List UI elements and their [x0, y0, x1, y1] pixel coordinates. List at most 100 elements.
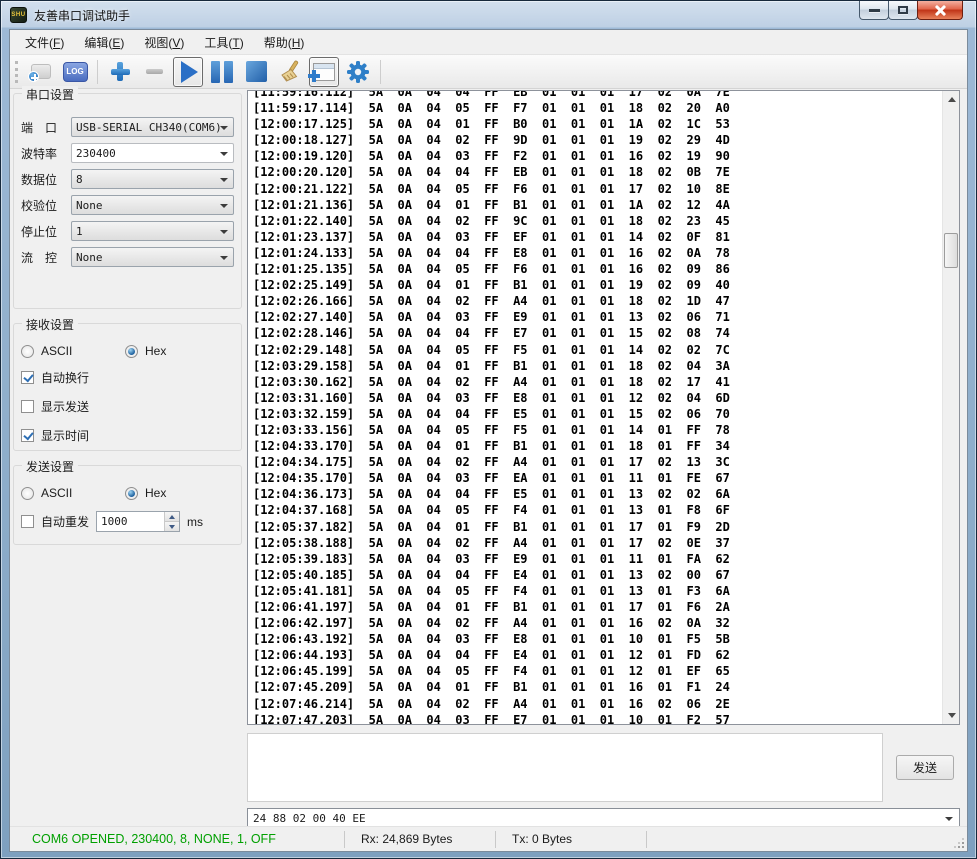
close-icon [934, 5, 947, 16]
log-row: [12:06:41.197] 5A 0A 04 01 FF B1 01 01 0… [253, 599, 940, 615]
serial-settings-group: 串口设置 端 口USB-SERIAL CH340(COM6)波特率230400数… [13, 93, 242, 309]
receive-checkbox-row-2[interactable]: 显示时间 [21, 427, 234, 444]
settings-button[interactable] [343, 57, 373, 87]
combo-value: None [76, 251, 103, 264]
window-title: 友善串口调试助手 [34, 7, 130, 24]
serial-field-combo-5[interactable]: None [71, 247, 234, 267]
new-window-button[interactable] [309, 57, 339, 87]
radio-icon [21, 345, 34, 358]
serial-field-combo-2[interactable]: 8 [71, 169, 234, 189]
receive-ascii-radio[interactable]: ASCII [21, 344, 125, 358]
log-row: [12:04:37.168] 5A 0A 04 05 FF F4 01 01 0… [253, 502, 940, 518]
broom-icon [277, 59, 303, 85]
pause-button[interactable] [207, 57, 237, 87]
menu-item-t[interactable]: 工具(T) [194, 30, 253, 55]
radio-icon [125, 487, 138, 500]
chevron-down-icon [220, 256, 228, 260]
send-hex-radio[interactable]: Hex [125, 486, 229, 500]
radio-icon [125, 345, 138, 358]
send-history-combo[interactable]: 24 88 02 00 40 EE [247, 808, 960, 828]
resend-interval-spinner[interactable]: 1000 [96, 511, 180, 532]
receive-hex-radio[interactable]: Hex [125, 344, 229, 358]
serial-field-combo-3[interactable]: None [71, 195, 234, 215]
spinner-down-button[interactable] [165, 522, 179, 531]
log-row: [12:02:29.148] 5A 0A 04 05 FF F5 01 01 0… [253, 342, 940, 358]
receive-settings-title: 接收设置 [22, 316, 78, 333]
menu-bar: 文件(F)编辑(E)视图(V)工具(T)帮助(H) [10, 30, 967, 55]
menu-item-h[interactable]: 帮助(H) [254, 30, 315, 55]
combo-value: 230400 [76, 147, 116, 160]
start-button[interactable] [173, 57, 203, 87]
stop-button[interactable] [241, 57, 271, 87]
log-row: [12:00:18.127] 5A 0A 04 02 FF 9D 01 01 0… [253, 132, 940, 148]
app-window: SHU 友善串口调试助手 文件(F)编辑(E)视图(V)工具(T)帮助(H) L… [0, 0, 977, 859]
send-input[interactable] [247, 733, 883, 802]
field-label: 停止位 [21, 223, 71, 240]
play-icon [181, 61, 198, 83]
serial-field-combo-4[interactable]: 1 [71, 221, 234, 241]
toolbar: LOG [10, 55, 967, 89]
clear-button[interactable] [275, 57, 305, 87]
menu-item-f[interactable]: 文件(F) [15, 30, 74, 55]
log-row: [12:02:27.140] 5A 0A 04 03 FF E9 01 01 0… [253, 309, 940, 325]
log-row: [12:01:21.136] 5A 0A 04 01 FF B1 01 01 0… [253, 197, 940, 213]
receive-log-view[interactable]: [11:59:16.112] 5A 0A 04 04 FF EB 01 01 0… [247, 90, 960, 725]
serial-field-combo-0[interactable]: USB-SERIAL CH340(COM6) [71, 117, 234, 137]
serial-field-row: 端 口USB-SERIAL CH340(COM6) [21, 117, 234, 137]
resize-grip[interactable] [954, 838, 964, 848]
log-row: [12:05:38.188] 5A 0A 04 02 FF A4 01 01 0… [253, 535, 940, 551]
chevron-down-icon [220, 204, 228, 208]
log-row: [12:04:36.173] 5A 0A 04 04 FF E5 01 01 0… [253, 486, 940, 502]
send-button[interactable]: 发送 [896, 755, 954, 780]
field-label: 端 口 [21, 119, 71, 136]
minimize-button[interactable] [859, 1, 889, 20]
menu-item-v[interactable]: 视图(V) [134, 30, 194, 55]
send-ascii-radio[interactable]: ASCII [21, 486, 125, 500]
minimize-icon [869, 9, 880, 12]
field-label: 数据位 [21, 171, 71, 188]
serial-field-row: 数据位8 [21, 169, 234, 189]
log-row: [12:05:40.185] 5A 0A 04 04 FF E4 01 01 0… [253, 567, 940, 583]
log-row: [12:02:25.149] 5A 0A 04 01 FF B1 01 01 0… [253, 277, 940, 293]
receive-checkbox-row-1[interactable]: 显示发送 [21, 398, 234, 415]
up-arrow-icon [948, 97, 956, 102]
add-button[interactable] [105, 57, 135, 87]
field-label: 流 控 [21, 249, 71, 266]
chevron-down-icon [220, 178, 228, 182]
app-icon: SHU [10, 7, 27, 23]
log-row: [12:01:25.135] 5A 0A 04 05 FF F6 01 01 0… [253, 261, 940, 277]
log-row: [12:04:35.170] 5A 0A 04 03 FF EA 01 01 0… [253, 470, 940, 486]
interval-unit-label: ms [187, 515, 203, 529]
chevron-down-icon [220, 230, 228, 234]
status-bar: COM6 OPENED, 230400, 8, NONE, 1, OFF Rx:… [10, 826, 967, 851]
auto-resend-checkbox[interactable] [21, 515, 34, 528]
field-label: 波特率 [21, 145, 71, 162]
spinner-up-button[interactable] [165, 512, 179, 522]
checkbox-icon [21, 429, 34, 442]
scroll-up-button[interactable] [943, 91, 960, 108]
log-button[interactable]: LOG [60, 57, 90, 87]
log-row: [12:05:37.182] 5A 0A 04 01 FF B1 01 01 0… [253, 519, 940, 535]
radio-icon [21, 487, 34, 500]
scrollbar-thumb[interactable] [944, 233, 958, 268]
send-settings-group: 发送设置 ASCII Hex 自动重发 1000 [13, 465, 242, 545]
maximize-button[interactable] [888, 1, 918, 20]
up-arrow-icon [169, 515, 175, 519]
toolbar-grip[interactable] [15, 61, 18, 83]
log-row: [12:01:23.137] 5A 0A 04 03 FF EF 01 01 0… [253, 229, 940, 245]
combo-value: 1 [76, 225, 83, 238]
log-row: [12:02:28.146] 5A 0A 04 04 FF E7 01 01 0… [253, 325, 940, 341]
log-row: [12:00:21.122] 5A 0A 04 05 FF F6 01 01 0… [253, 181, 940, 197]
resend-interval-value[interactable]: 1000 [97, 512, 164, 531]
log-row: [12:01:24.133] 5A 0A 04 04 FF E8 01 01 0… [253, 245, 940, 261]
new-connection-button[interactable] [26, 57, 56, 87]
field-label: 校验位 [21, 197, 71, 214]
scroll-down-button[interactable] [943, 707, 960, 724]
plus-icon [111, 62, 130, 81]
log-scrollbar[interactable] [942, 91, 959, 724]
remove-button[interactable] [139, 57, 169, 87]
receive-checkbox-row-0[interactable]: 自动换行 [21, 369, 234, 386]
close-button[interactable] [917, 1, 963, 20]
serial-field-combo-1[interactable]: 230400 [71, 143, 234, 163]
menu-item-e[interactable]: 编辑(E) [74, 30, 134, 55]
